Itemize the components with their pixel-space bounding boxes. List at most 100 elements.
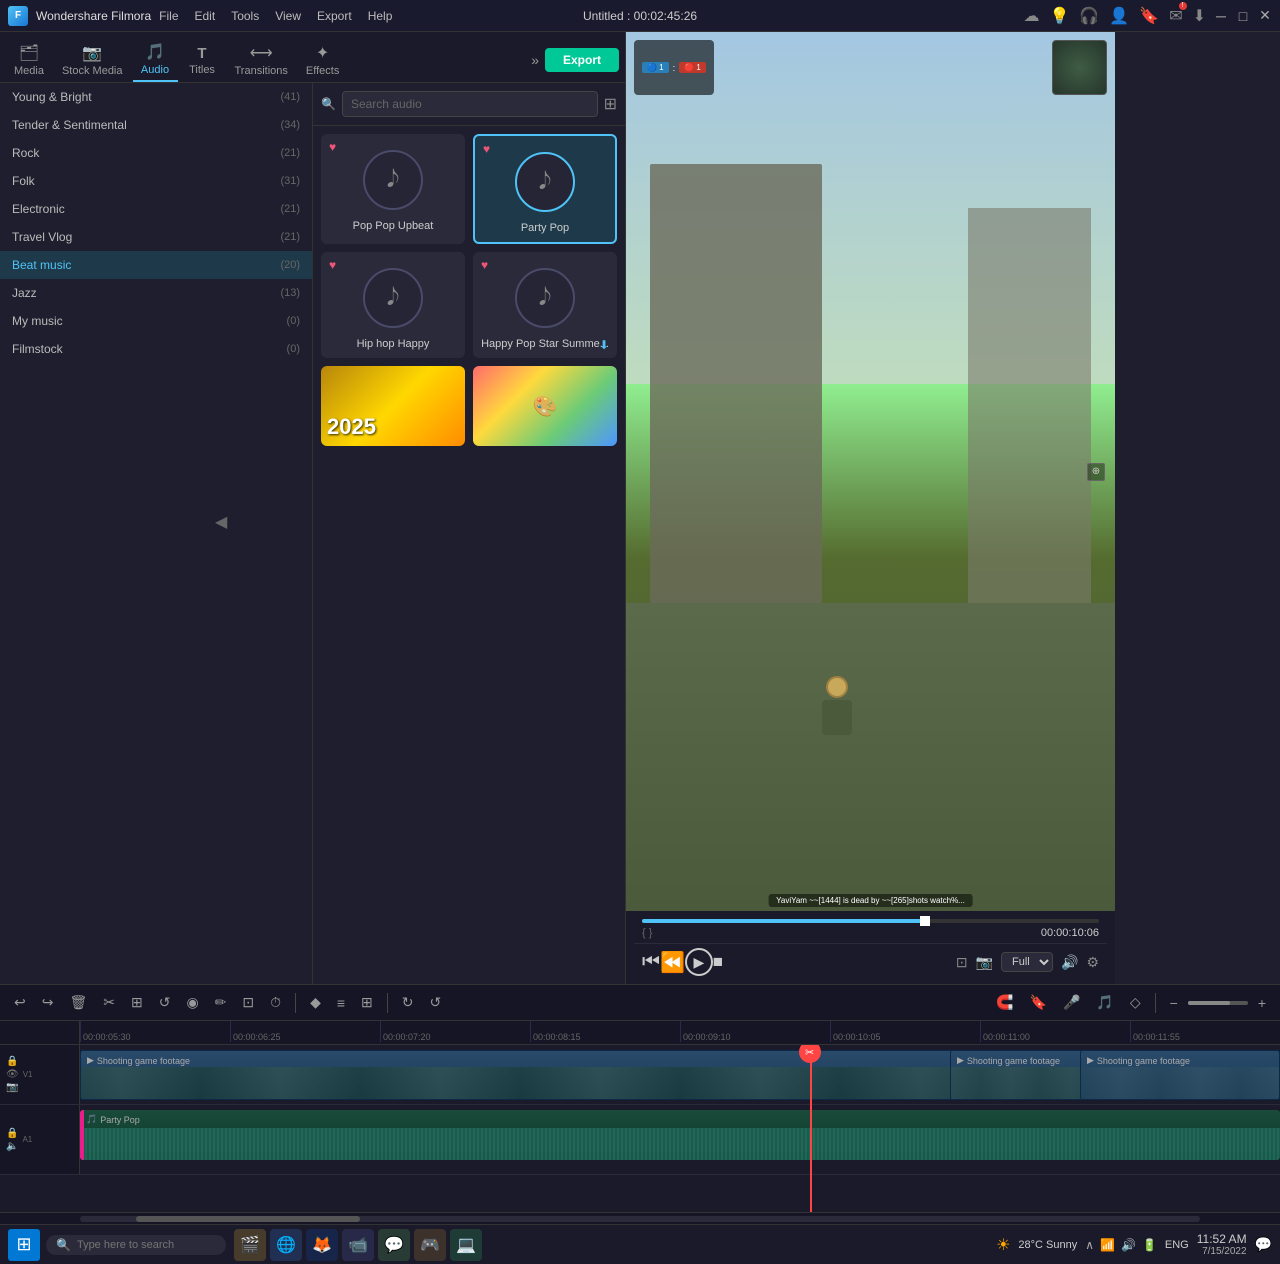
taskbar-app-browser[interactable]: 🌐 (270, 1229, 302, 1261)
color-button[interactable]: ◆ (304, 990, 327, 1015)
track-lock-icon[interactable]: 🔒 (6, 1056, 19, 1067)
music-button[interactable]: 🎵 (1090, 990, 1119, 1015)
bookmark-icon[interactable]: 🔖 (1139, 6, 1159, 26)
tab-effects[interactable]: ✦ Effects (298, 39, 347, 81)
grid-view-icon[interactable]: ⊞ (604, 94, 617, 114)
scrollbar-track[interactable] (80, 1216, 1200, 1222)
marker-button[interactable]: 🔖 (1024, 990, 1053, 1015)
crop-button[interactable]: ⊡ (236, 990, 260, 1015)
headphone-icon[interactable]: 🎧 (1079, 6, 1099, 26)
zoom-slider[interactable] (1188, 1001, 1248, 1005)
more-tabs-button[interactable]: » (527, 48, 543, 72)
export-header-button[interactable]: Export (545, 48, 619, 72)
taskbar-search-input[interactable] (77, 1239, 207, 1251)
quality-select[interactable]: Full 1/2 1/4 (1001, 952, 1053, 972)
notification-icon[interactable]: ✉! (1169, 6, 1182, 26)
stabilize-button[interactable]: ◉ (180, 990, 204, 1015)
taskbar-app-edge[interactable]: 🦊 (306, 1229, 338, 1261)
category-electronic[interactable]: Electronic (21) (0, 195, 312, 223)
video-segment-3[interactable]: ▶ Shooting game footage (1080, 1050, 1280, 1100)
category-travel-vlog[interactable]: Travel Vlog (21) (0, 223, 312, 251)
timer-button[interactable]: ⏱ (264, 990, 287, 1015)
maximize-button[interactable]: □ (1236, 9, 1250, 23)
category-tender[interactable]: Tender & Sentimental (34) (0, 111, 312, 139)
screen-size-icon[interactable]: ⊡ (956, 954, 968, 971)
progress-bar[interactable] (642, 919, 1099, 923)
taskbar-app-teams[interactable]: 📹 (342, 1229, 374, 1261)
tab-transitions[interactable]: ⟷ Transitions (227, 39, 296, 81)
heart-icon-pop-pop[interactable]: ♥ (329, 140, 336, 154)
edit-button[interactable]: ✏ (209, 990, 233, 1015)
scrollbar-thumb[interactable] (136, 1216, 360, 1222)
zoom-in-button[interactable]: + (1252, 991, 1272, 1015)
audio-track-lock-icon[interactable]: 🔒 (6, 1128, 18, 1139)
taskbar-app-terminal[interactable]: 💻 (450, 1229, 482, 1261)
zoom-out-button[interactable]: − (1164, 991, 1184, 1015)
tab-media[interactable]: 🗂 Media (6, 39, 52, 81)
mic-button[interactable]: 🎤 (1057, 990, 1086, 1015)
volume-icon[interactable]: 🔊 (1061, 954, 1078, 971)
track-camera-icon[interactable]: 📷 (6, 1082, 19, 1093)
category-beat-music[interactable]: Beat music (20) (0, 251, 312, 279)
taskbar-app-store[interactable]: 🎮 (414, 1229, 446, 1261)
menu-export[interactable]: Export (317, 9, 352, 23)
battery-icon[interactable]: 🔋 (1142, 1238, 1157, 1252)
notifications-icon[interactable]: 💬 (1255, 1236, 1272, 1253)
audio-card-thumb-2[interactable]: 🎨 (473, 366, 617, 446)
skip-back-button[interactable]: ⏮ (642, 951, 660, 974)
stop-button[interactable]: ⏹ (713, 951, 723, 974)
heart-icon-party-pop[interactable]: ♥ (483, 142, 490, 156)
minimize-button[interactable]: ─ (1214, 9, 1228, 23)
audio-card-hip-hop[interactable]: ♥ 𝅘𝅥𝅮 Hip hop Happy (321, 252, 465, 358)
audio-card-happy-pop[interactable]: ♥ 𝅘𝅥𝅮 Happy Pop Star Summe... ⬇ (473, 252, 617, 358)
taskbar-app-camera[interactable]: 💬 (378, 1229, 410, 1261)
category-my-music[interactable]: My music (0) (0, 307, 312, 335)
language-indicator[interactable]: ENG (1165, 1239, 1189, 1251)
ai-tools-button[interactable]: ↻ (396, 990, 420, 1015)
search-input[interactable] (342, 91, 598, 117)
taskbar-app-filmora[interactable]: 🎬 (234, 1229, 266, 1261)
audio-track-segment[interactable]: 🎵 Party Pop (80, 1110, 1280, 1160)
tray-up-icon[interactable]: ∧ (1085, 1238, 1094, 1252)
snap-button[interactable]: 🧲 (990, 990, 1019, 1015)
snapshot-icon[interactable]: 📷 (976, 954, 993, 971)
keyframe-button[interactable]: ◇ (1124, 990, 1147, 1015)
redo-button[interactable]: ↪ (36, 990, 60, 1015)
settings-icon[interactable]: ⚙ (1086, 954, 1099, 971)
category-jazz[interactable]: Jazz (13) (0, 279, 312, 307)
category-rock[interactable]: Rock (21) (0, 139, 312, 167)
lightbulb-icon[interactable]: 💡 (1050, 6, 1070, 26)
category-folk[interactable]: Folk (31) (0, 167, 312, 195)
network-icon[interactable]: 📶 (1100, 1238, 1115, 1252)
audio-card-party-pop[interactable]: ♥ 𝅘𝅥𝅮 Party Pop (473, 134, 617, 244)
account-icon[interactable]: 👤 (1109, 6, 1129, 26)
undo-button[interactable]: ↩ (8, 990, 32, 1015)
effects2-button[interactable]: ↺ (423, 990, 447, 1015)
menu-file[interactable]: File (159, 9, 178, 23)
category-filmstock[interactable]: Filmstock (0) (0, 335, 312, 363)
tab-titles[interactable]: T Titles (180, 41, 225, 80)
menu-help[interactable]: Help (368, 9, 393, 23)
heart-icon-hip-hop[interactable]: ♥ (329, 258, 336, 272)
volume-tray-icon[interactable]: 🔊 (1121, 1238, 1136, 1252)
menu-edit[interactable]: Edit (195, 9, 216, 23)
audio-card-thumb-1[interactable]: 2025 (321, 366, 465, 446)
play-button[interactable]: ▶ (685, 948, 713, 976)
undo2-button[interactable]: ↺ (153, 990, 177, 1015)
clock[interactable]: 11:52 AM 7/15/2022 (1197, 1232, 1247, 1257)
tab-audio[interactable]: 🎵 Audio (133, 38, 178, 82)
category-young-bright[interactable]: Young & Bright (41) (0, 83, 312, 111)
cloud-icon[interactable]: ☁ (1024, 6, 1040, 26)
delete-button[interactable]: 🗑 (63, 990, 93, 1015)
timeline-scrollbar[interactable] (0, 1212, 1280, 1224)
step-back-button[interactable]: ⏪ (660, 950, 685, 975)
motion-button[interactable]: ⊞ (355, 990, 379, 1015)
audio-eq-button[interactable]: ≡ (331, 991, 351, 1015)
download-icon-happy-pop[interactable]: ⬇ (599, 338, 609, 352)
start-button[interactable]: ⊞ (8, 1229, 40, 1261)
copy-button[interactable]: ⊞ (125, 990, 149, 1015)
track-eye-icon[interactable]: 👁 (6, 1069, 19, 1080)
audio-track-mute-icon[interactable]: 🔈 (6, 1141, 18, 1152)
tab-stock-media[interactable]: 📷 Stock Media (54, 39, 131, 81)
download-icon[interactable]: ⬇ (1193, 6, 1206, 26)
